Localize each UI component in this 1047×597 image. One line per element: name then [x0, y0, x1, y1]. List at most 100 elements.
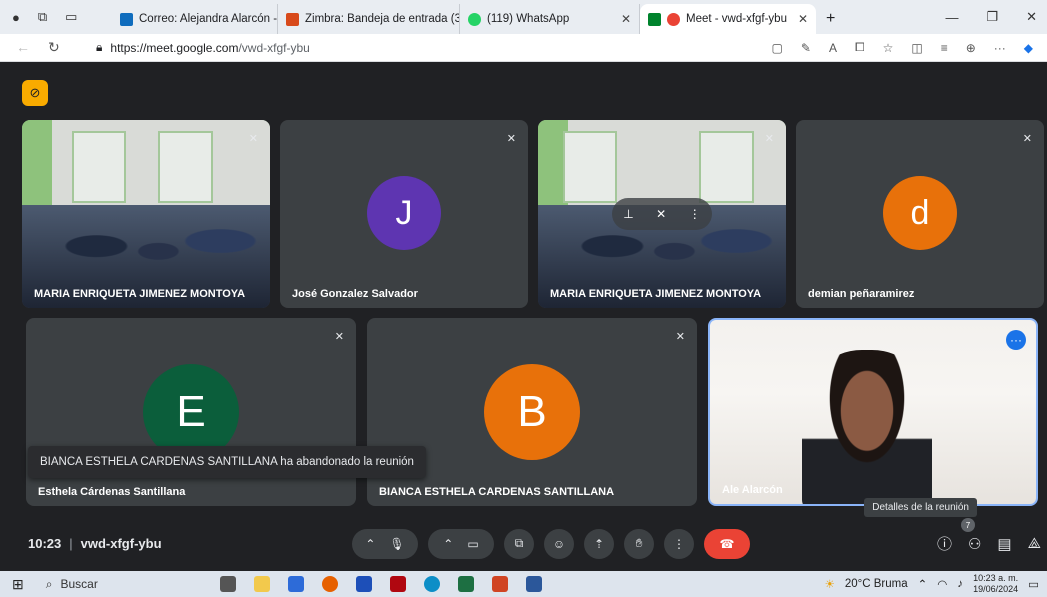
- volume-icon[interactable]: ♪: [957, 578, 963, 590]
- tile-more-icon[interactable]: ⋮: [689, 207, 701, 221]
- camera-permission-icon[interactable]: ▢: [772, 41, 783, 55]
- tab-whatsapp[interactable]: (119) WhatsApp ✕: [460, 4, 640, 34]
- windows-start-icon[interactable]: ⊞: [12, 576, 24, 593]
- more-options-button[interactable]: ⋮: [664, 528, 694, 559]
- chat-icon[interactable]: ▤: [997, 535, 1011, 553]
- captions-icon: ⧉: [514, 536, 524, 550]
- leave-call-button[interactable]: ☎︎: [704, 528, 750, 559]
- call-controls: ⌃ 🎙︎ ⌃ ▭ ⧉ ☺ ⇡ ✋︎ ⋮ ☎︎: [352, 528, 750, 559]
- camera-off-badge-icon[interactable]: ⊘: [22, 80, 48, 106]
- network-icon[interactable]: ◠: [937, 577, 947, 591]
- present-button[interactable]: ⇡: [584, 528, 614, 559]
- reactions-button[interactable]: ☺: [544, 528, 574, 559]
- self-video: [802, 350, 932, 504]
- tray-chevron-icon[interactable]: ⌃: [918, 577, 928, 591]
- back-icon[interactable]: ←: [16, 39, 30, 56]
- close-tab-icon[interactable]: ✕: [615, 12, 631, 26]
- workspaces-icon[interactable]: ⧉: [38, 9, 47, 25]
- read-aloud-icon[interactable]: A: [829, 41, 837, 55]
- people-icon[interactable]: ⚇: [968, 535, 981, 553]
- tab-zimbra[interactable]: Zimbra: Bandeja de entrada (378 ✕: [278, 4, 460, 34]
- netflix-icon[interactable]: [390, 576, 406, 592]
- tab-meet[interactable]: Meet - vwd-xfgf-ybu ✕: [640, 4, 816, 34]
- extensions-icon[interactable]: ⧠: [855, 40, 865, 55]
- chevron-up-icon[interactable]: ⌃: [365, 537, 375, 551]
- more-icon[interactable]: ···: [994, 41, 1006, 55]
- minimize-icon[interactable]: —: [945, 10, 958, 25]
- meeting-details-tooltip: Detalles de la reunión: [864, 498, 977, 517]
- url-field[interactable]: 🔒︎ https://meet.google.com/vwd-xfgf-ybu: [96, 40, 310, 55]
- favorite-icon[interactable]: ☆: [883, 41, 894, 55]
- tab-label: (119) WhatsApp: [487, 13, 570, 25]
- participant-tile[interactable]: ⊥ ✕ ⋮ ✕ MARIA ENRIQUETA JIMENEZ MONTOYA: [538, 120, 786, 308]
- mute-participant-icon[interactable]: ✕: [656, 207, 666, 221]
- weather-icon[interactable]: ☀︎: [825, 577, 835, 591]
- mic-control[interactable]: ⌃ 🎙︎: [352, 528, 418, 559]
- file-explorer-icon[interactable]: [254, 576, 270, 592]
- mic-off-icon: ✕: [248, 133, 258, 145]
- participant-tile[interactable]: ✕ J José Gonzalez Salvador: [280, 120, 528, 308]
- copilot-icon[interactable]: ◆: [1024, 41, 1033, 55]
- split-screen-icon[interactable]: ◫: [911, 41, 922, 55]
- notifications-icon[interactable]: ▭: [1028, 577, 1039, 591]
- whatsapp-icon: [468, 12, 481, 26]
- participant-name: Ale Alarcón: [722, 484, 783, 496]
- avatar: d: [883, 176, 957, 250]
- pin-icon[interactable]: ⊥: [623, 207, 633, 221]
- activities-icon[interactable]: ⟁: [1028, 535, 1041, 552]
- raise-hand-button[interactable]: ✋︎: [624, 528, 654, 559]
- taskbar-search[interactable]: ⊞ ⌕ Buscar: [12, 576, 182, 593]
- close-window-icon[interactable]: ✕: [1026, 9, 1037, 25]
- zimbra-icon: [286, 12, 299, 26]
- restore-icon[interactable]: ❐: [986, 9, 998, 25]
- word-icon[interactable]: [526, 576, 542, 592]
- collections-icon[interactable]: ⊕: [966, 41, 976, 55]
- participant-tile[interactable]: ✕ d demian peñaramirez: [796, 120, 1044, 308]
- chevron-up-icon[interactable]: ⌃: [443, 537, 453, 551]
- mic-off-icon: ✕: [675, 331, 685, 343]
- participant-tile[interactable]: ✕ MARIA ENRIQUETA JIMENEZ MONTOYA: [22, 120, 270, 308]
- url-host: https://meet.google.com: [110, 40, 239, 55]
- info-icon[interactable]: ⓘ: [937, 533, 952, 554]
- close-tab-icon[interactable]: ✕: [792, 12, 808, 26]
- lock-icon: 🔒︎: [96, 40, 103, 54]
- address-bar: ← ↻ 🔒︎ https://meet.google.com/vwd-xfgf-…: [0, 34, 1047, 62]
- microphone-icon[interactable]: 🎙︎: [389, 537, 404, 551]
- firefox-icon[interactable]: [322, 576, 338, 592]
- avatar: B: [484, 364, 580, 460]
- windows-taskbar: ⊞ ⌕ Buscar ☀︎ 20°C Bruma ⌃ ◠ ♪ 10:23 a. …: [0, 571, 1047, 597]
- tab-label: Zimbra: Bandeja de entrada (378: [305, 13, 460, 25]
- tab-label: Meet - vwd-xfgf-ybu: [686, 13, 787, 25]
- edge-icon[interactable]: [424, 576, 440, 592]
- camera-control[interactable]: ⌃ ▭: [428, 528, 494, 559]
- tab-outlook[interactable]: Correo: Alejandra Alarcón - Outl ✕: [112, 4, 278, 34]
- clock[interactable]: 10:23 a. m. 19/06/2024: [973, 573, 1018, 595]
- self-view-tile[interactable]: ··· Ale Alarcón: [708, 318, 1038, 506]
- camera-icon[interactable]: ▭: [467, 537, 478, 551]
- favorites-list-icon[interactable]: ≡: [941, 41, 948, 55]
- excel-icon[interactable]: [458, 576, 474, 592]
- url-path: /vwd-xfgf-ybu: [238, 40, 310, 55]
- present-screen-icon: ⇡: [593, 536, 605, 551]
- mail-icon[interactable]: [288, 576, 304, 592]
- participant-name: Esthela Cárdenas Santillana: [38, 486, 186, 498]
- window-controls: — ❐ ✕: [945, 0, 1047, 34]
- hang-up-icon: ☎︎: [719, 536, 735, 551]
- refresh-icon[interactable]: ↻: [48, 39, 60, 56]
- self-tile-more-icon[interactable]: ···: [1006, 330, 1026, 350]
- search-icon: ⌕: [45, 576, 53, 591]
- tab-actions-icon[interactable]: ▭: [65, 9, 77, 25]
- clock-date: 19/06/2024: [973, 584, 1019, 594]
- profile-icon[interactable]: ●: [12, 10, 20, 25]
- captions-button[interactable]: ⧉: [504, 528, 534, 559]
- powerpoint-icon[interactable]: [492, 576, 508, 592]
- mic-permission-icon[interactable]: ✎: [801, 41, 811, 55]
- app-b-icon[interactable]: [356, 576, 372, 592]
- tab-label: Correo: Alejandra Alarcón - Outl: [139, 13, 278, 25]
- more-vert-icon: ⋮: [673, 536, 685, 551]
- new-tab-button[interactable]: +: [816, 4, 845, 34]
- task-view-icon[interactable]: [220, 576, 236, 592]
- participant-left-toast: BIANCA ESTHELA CARDENAS SANTILLANA ha ab…: [28, 446, 426, 478]
- weather-text[interactable]: 20°C Bruma: [845, 578, 908, 590]
- meeting-code: vwd-xfgf-ybu: [80, 536, 162, 551]
